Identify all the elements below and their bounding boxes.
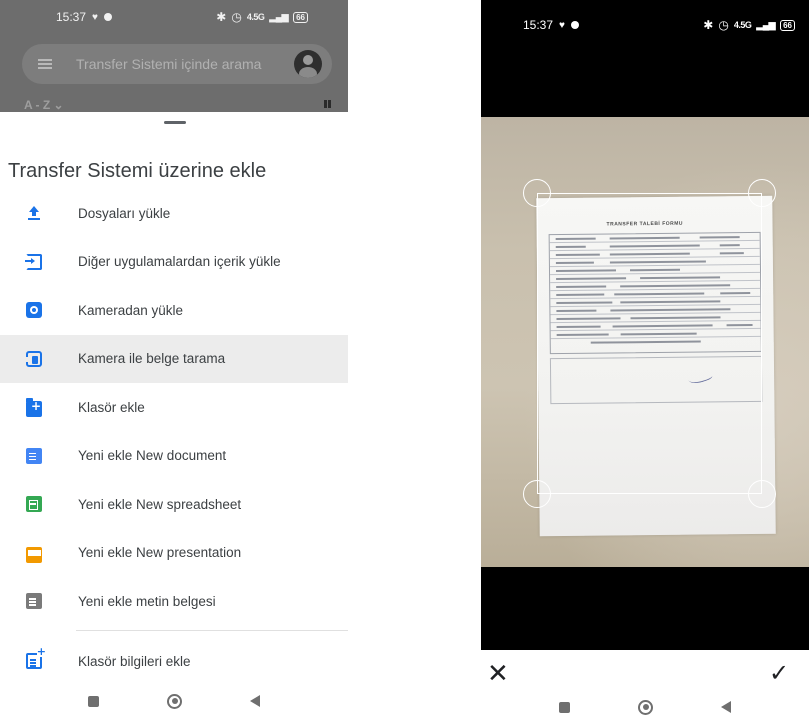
notification-dot-icon [570, 21, 579, 29]
crop-handle-top-right[interactable] [748, 179, 776, 207]
grid-view-icon[interactable] [324, 100, 334, 108]
sheets-icon [26, 496, 42, 513]
add-menu-list: Dosyaları yükle Diğer uygulamalardan içe… [0, 189, 348, 626]
slides-icon [26, 546, 42, 563]
home-icon[interactable] [167, 693, 182, 709]
heart-notification-icon: ♥ [92, 11, 98, 23]
status-time: 15:37 [523, 18, 554, 32]
battery-indicator: 66 [293, 11, 308, 23]
sheet-drag-handle[interactable] [164, 121, 186, 124]
bluetooth-icon: ✱ [216, 10, 227, 24]
hamburger-menu-icon[interactable] [38, 59, 52, 69]
network-indicator: 4.5G [733, 20, 752, 30]
folder-info-icon [26, 647, 46, 670]
alarm-icon: ◷ [231, 10, 242, 24]
menu-item-new-text-document[interactable]: Yeni ekle metin belgesi [0, 577, 348, 626]
network-indicator: 4.5G [246, 12, 265, 22]
crop-handle-bottom-right[interactable] [748, 480, 776, 508]
menu-item-upload-from-camera[interactable]: Kameradan yükle [0, 286, 348, 335]
heart-notification-icon: ♥ [559, 19, 565, 31]
menu-item-new-spreadsheet[interactable]: Yeni ekle New spreadsheet [0, 480, 348, 529]
right-phone-screen: 15:37 ♥ ✱ ◷ 4.5G ▂▄▆ 66 TRANSFER TALEBİ … [481, 0, 809, 727]
status-bar: 15:37 ♥ ✱ ◷ 4.5G ▂▄▆ 66 [481, 0, 809, 50]
account-avatar[interactable] [294, 50, 322, 78]
menu-item-label: Dosyaları yükle [78, 205, 171, 221]
cancel-button[interactable]: ✕ [487, 661, 509, 687]
menu-item-label: Yeni ekle New document [78, 448, 227, 464]
recent-apps-icon[interactable] [88, 695, 99, 707]
menu-item-import-from-apps[interactable]: Diğer uygulamalardan içerik yükle [0, 238, 348, 287]
menu-item-new-document[interactable]: Yeni ekle New document [0, 432, 348, 481]
scan-document-icon [25, 350, 50, 367]
search-placeholder[interactable]: Transfer Sistemi içinde arama [76, 56, 294, 72]
home-icon[interactable] [638, 699, 653, 715]
scanned-photo: TRANSFER TALEBİ FORMU [481, 117, 809, 567]
signal-icon: ▂▄▆ [756, 19, 776, 30]
menu-item-scan-document[interactable]: Kamera ile belge tarama [0, 334, 348, 383]
upload-icon [26, 205, 42, 221]
crop-frame[interactable] [537, 193, 762, 494]
alarm-icon: ◷ [718, 18, 729, 32]
bluetooth-icon: ✱ [703, 18, 714, 32]
new-folder-icon [26, 398, 42, 418]
import-icon [25, 253, 42, 270]
menu-item-upload-files[interactable]: Dosyaları yükle [0, 189, 348, 238]
menu-item-label: Kameradan yükle [78, 302, 184, 318]
confirm-button[interactable]: ✓ [769, 660, 789, 686]
menu-item-label: Klasör bilgileri ekle [78, 653, 191, 669]
docs-icon [26, 447, 42, 464]
text-document-icon [26, 593, 42, 610]
back-icon[interactable] [721, 701, 731, 713]
system-nav-bar [0, 675, 348, 727]
menu-divider [76, 630, 348, 631]
menu-item-new-presentation[interactable]: Yeni ekle New presentation [0, 529, 348, 578]
crop-handle-top-left[interactable] [523, 179, 551, 207]
menu-item-label: Klasör ekle [78, 399, 145, 415]
system-nav-bar [481, 687, 809, 727]
menu-item-label: Yeni ekle New presentation [78, 545, 242, 561]
recent-apps-icon[interactable] [559, 701, 570, 713]
search-bar[interactable]: Transfer Sistemi içinde arama [22, 44, 332, 84]
left-phone-screen: 15:37 ♥ ✱ ◷ 4.5G ▂▄▆ 66 Transfer Sistemi… [0, 0, 348, 727]
add-bottom-sheet: Transfer Sistemi üzerine ekle Dosyaları … [0, 112, 348, 727]
crop-handle-bottom-left[interactable] [523, 480, 551, 508]
back-icon[interactable] [250, 695, 260, 707]
menu-item-label: Diğer uygulamalardan içerik yükle [78, 254, 281, 270]
status-time: 15:37 [56, 10, 87, 24]
notification-dot-icon [103, 13, 112, 21]
menu-item-label: Kamera ile belge tarama [78, 351, 226, 367]
sort-selector[interactable]: A - Z ⌄ [24, 98, 64, 112]
menu-item-label: Yeni ekle metin belgesi [78, 593, 216, 609]
sheet-title: Transfer Sistemi üzerine ekle [8, 160, 267, 182]
status-bar: 15:37 ♥ ✱ ◷ 4.5G ▂▄▆ 66 [0, 0, 348, 34]
menu-item-add-folder[interactable]: Klasör ekle [0, 383, 348, 432]
signal-icon: ▂▄▆ [269, 11, 289, 22]
menu-item-label: Yeni ekle New spreadsheet [78, 496, 242, 512]
battery-indicator: 66 [780, 19, 795, 31]
camera-icon [26, 302, 42, 319]
